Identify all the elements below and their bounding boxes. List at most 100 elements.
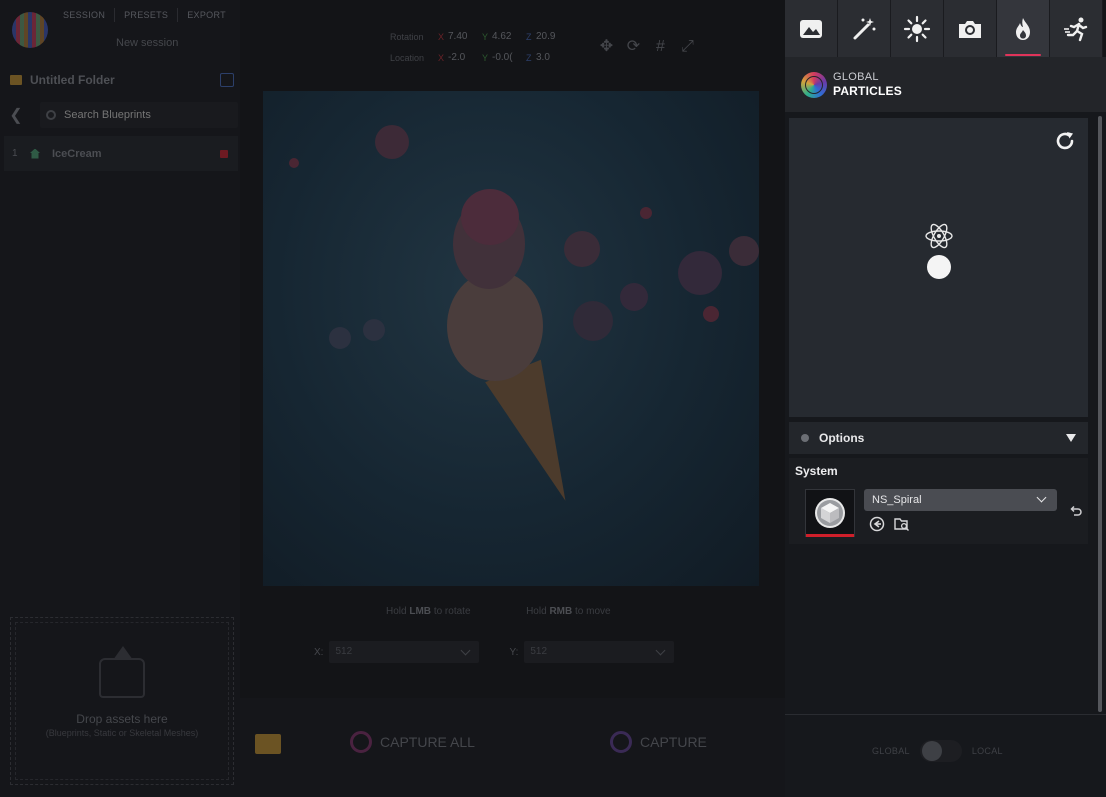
divider [785, 714, 1106, 715]
search-icon [46, 110, 56, 120]
flame-icon [1016, 17, 1030, 40]
atom-icon [925, 223, 953, 249]
edit-icon[interactable] [220, 73, 234, 87]
bokeh-particle [329, 327, 351, 349]
hint-text: to rotate [433, 606, 471, 617]
resolution-x: X: 512 [314, 641, 480, 663]
bokeh-particle [620, 283, 648, 311]
list-item-index: 1 [12, 148, 18, 159]
bokeh-particle [703, 306, 719, 322]
system-select-value: NS_Spiral [872, 494, 922, 506]
list-item-name: IceCream [52, 147, 102, 160]
mouse-hint: Hold LMB to rotate Hold RMB to move [386, 606, 611, 617]
ice-cream-cone [485, 359, 594, 513]
browse-folder-icon[interactable] [894, 516, 910, 532]
image-icon [800, 19, 822, 38]
move-icon[interactable]: ✥ [598, 38, 615, 55]
delete-icon[interactable] [220, 149, 228, 158]
tab-particles[interactable] [997, 0, 1050, 57]
tab-animation[interactable] [1050, 0, 1103, 57]
reset-arrow-icon[interactable] [1068, 505, 1082, 519]
axis-x-label: X [438, 52, 445, 63]
bokeh-particle [640, 207, 652, 219]
back-arrow-icon[interactable]: ❮ [4, 105, 28, 125]
viewport-area: Rotation X 7.40 Y 4.62 Z 20.9 Location X… [240, 0, 785, 797]
capture-button[interactable]: CAPTURE [610, 731, 707, 753]
location-x-value[interactable]: -2.0 [448, 52, 474, 63]
search-box [40, 102, 238, 128]
camera-icon [959, 20, 981, 38]
tab-background[interactable] [785, 0, 838, 57]
system-asset-thumbnail[interactable] [805, 489, 855, 537]
session-name[interactable]: New session [116, 37, 178, 49]
open-folder-icon[interactable] [255, 734, 281, 754]
upload-icon [99, 646, 145, 698]
menu-export[interactable]: EXPORT [178, 8, 235, 22]
rotation-row: Rotation X 7.40 Y 4.62 Z 20.9 [390, 26, 562, 47]
capture-all-icon [350, 731, 372, 753]
bokeh-particle [289, 158, 299, 168]
hint-text: Hold [386, 606, 407, 617]
app-logo [12, 12, 48, 48]
bokeh-particle [678, 251, 722, 295]
bokeh-particle [375, 125, 409, 159]
use-selected-icon[interactable] [869, 516, 885, 532]
resolution-x-select[interactable]: 512 [329, 641, 480, 663]
drop-zone[interactable]: Drop assets here (Blueprints, Static or … [10, 617, 234, 785]
hint-text: to move [575, 606, 611, 617]
resolution-y: Y: 512 [509, 641, 675, 663]
panel-scrollbar[interactable] [1098, 116, 1102, 712]
resolution-y-label: Y: [509, 646, 519, 658]
viewport-canvas[interactable] [263, 91, 759, 586]
system-label: System [795, 464, 838, 478]
cube-icon [815, 498, 845, 528]
location-z-value[interactable]: 3.0 [536, 52, 562, 63]
search-input[interactable] [64, 109, 224, 121]
search-row: ❮ [4, 102, 238, 128]
bokeh-particle [573, 301, 613, 341]
sun-icon [903, 15, 931, 42]
options-header[interactable]: Options [789, 422, 1088, 454]
global-local-toggle[interactable] [919, 740, 962, 762]
folder-icon [10, 75, 22, 85]
menu-session[interactable]: SESSION [54, 8, 116, 22]
system-select[interactable]: NS_Spiral [864, 489, 1057, 511]
top-menu: SESSION PRESETS EXPORT [54, 8, 235, 22]
panel-title: PARTICLES [833, 84, 902, 98]
refresh-icon[interactable] [1054, 130, 1076, 152]
panel-scope: GLOBAL [833, 71, 879, 83]
resolution-y-select[interactable]: 512 [524, 641, 675, 663]
tab-camera[interactable] [944, 0, 997, 57]
capture-icon [610, 731, 632, 753]
location-label: Location [390, 52, 425, 63]
grid-icon[interactable]: # [652, 38, 669, 55]
right-panel: GLOBAL PARTICLES Options System NS_Spira… [785, 0, 1106, 797]
ice-cream-top [461, 189, 519, 245]
system-section: System NS_Spiral [789, 458, 1088, 544]
tab-bar [785, 0, 1106, 57]
rotate-icon[interactable]: ⟳ [625, 38, 642, 55]
location-y-value[interactable]: -0.0( [492, 52, 518, 63]
list-item[interactable]: 1 IceCream [4, 136, 238, 171]
app-window: SESSION PRESETS EXPORT New session Untit… [0, 0, 1106, 797]
panel-header: GLOBAL PARTICLES [785, 57, 1106, 112]
tab-effects[interactable] [838, 0, 891, 57]
bokeh-particle [729, 236, 759, 266]
menu-presets[interactable]: PRESETS [115, 8, 179, 22]
toggle-knob [921, 741, 942, 761]
tab-lighting[interactable] [891, 0, 944, 57]
hint-key: RMB [549, 606, 573, 617]
options-title: Options [819, 431, 865, 445]
folder-row: Untitled Folder [10, 71, 234, 89]
transform-readout: Rotation X 7.40 Y 4.62 Z 20.9 Location X… [390, 26, 562, 68]
toggle-global-label: GLOBAL [872, 746, 910, 756]
rotation-z-value[interactable]: 20.9 [536, 31, 562, 42]
hint-key: LMB [409, 606, 432, 617]
rotation-x-value[interactable]: 7.40 [448, 31, 474, 42]
fullscreen-icon[interactable]: ⤢ [679, 38, 696, 55]
capture-all-label: CAPTURE ALL [380, 734, 475, 750]
particle-preview[interactable] [789, 118, 1088, 417]
rotation-y-value[interactable]: 4.62 [492, 31, 518, 42]
capture-all-button[interactable]: CAPTURE ALL [350, 731, 475, 753]
bokeh-particle [363, 319, 385, 341]
